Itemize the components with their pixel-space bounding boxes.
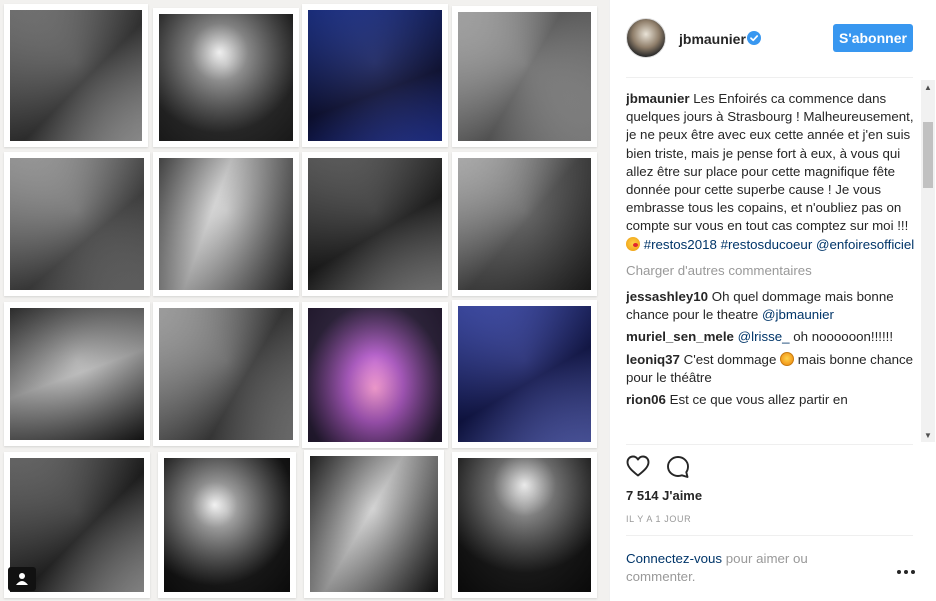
collage-photo: [153, 302, 299, 446]
collage-photo: [302, 302, 448, 448]
kiss-emoji-icon: [626, 236, 640, 251]
comment-username[interactable]: leoniq37: [626, 352, 680, 367]
scroll-up-icon[interactable]: ▲: [921, 80, 935, 94]
author-username[interactable]: jbmaunier: [679, 31, 746, 47]
hashtag[interactable]: #restosducoeur: [721, 237, 813, 252]
login-prompt: Connectez-vous pour aimer ou commenter.: [626, 550, 856, 586]
post-header: jbmaunier S'abonner: [610, 0, 936, 78]
collage-photo: [158, 452, 296, 598]
caption-username[interactable]: jbmaunier: [626, 91, 690, 106]
mention-link[interactable]: @lrisse_: [738, 329, 790, 344]
verified-badge-icon: [747, 31, 761, 45]
likes-count[interactable]: 7 514 J'aime: [626, 488, 702, 503]
comments-list: jbmaunier Les Enfoirés ca commence dans …: [626, 90, 918, 442]
collage-photo: [302, 4, 448, 147]
collage-photo: [304, 450, 444, 598]
collage-photo: [153, 8, 299, 147]
more-options-icon[interactable]: [897, 566, 915, 578]
divider: [626, 444, 913, 445]
mention-link[interactable]: @jbmaunier: [762, 307, 834, 322]
comment-username[interactable]: rion06: [626, 392, 666, 407]
scrollbar-thumb[interactable]: [923, 122, 933, 188]
collage-photo: [4, 152, 150, 296]
collage-photo: [4, 4, 148, 147]
caption-text: Les Enfoirés ca commence dans quelques j…: [626, 91, 914, 234]
divider: [626, 535, 913, 536]
scroll-down-icon[interactable]: ▼: [921, 428, 935, 442]
collage-photo: [302, 152, 448, 296]
comment-icon[interactable]: [666, 455, 690, 479]
heart-icon[interactable]: [626, 455, 650, 477]
collage-photo: [452, 6, 597, 147]
collage-photo: [452, 452, 597, 598]
load-more-comments-button[interactable]: Charger d'autres commentaires: [626, 262, 918, 280]
comments-scrollbar[interactable]: ▲ ▼: [921, 80, 935, 442]
collage-photo: [452, 152, 597, 296]
collage-photo: [452, 300, 597, 448]
follow-button[interactable]: S'abonner: [833, 24, 913, 52]
mention-link[interactable]: @enfoiresofficiel: [816, 237, 914, 252]
photo-collage: [0, 0, 609, 601]
comment-item: muriel_sen_mele @lrisse_ oh noooooon!!!!…: [626, 328, 918, 346]
comment-text: oh noooooon!!!!!!: [789, 329, 894, 345]
comment-text: Est ce que vous allez partir en: [665, 392, 848, 408]
hashtag[interactable]: #restos2018: [644, 237, 717, 252]
avatar[interactable]: [626, 18, 666, 58]
comment-item: leoniq37 C'est dommage mais bonne chance…: [626, 351, 918, 387]
collage-photo: [4, 302, 150, 446]
divider: [626, 77, 913, 78]
login-link[interactable]: Connectez-vous: [626, 551, 722, 566]
comment-item: jessashley10 Oh quel dommage mais bonne …: [626, 288, 918, 324]
comment-username[interactable]: jessashley10: [626, 289, 708, 304]
post-caption: jbmaunier Les Enfoirés ca commence dans …: [626, 90, 918, 254]
comment-text: C'est dommage: [679, 351, 781, 367]
comment-username[interactable]: muriel_sen_mele: [626, 329, 734, 344]
collage-photo: [153, 152, 299, 296]
user-tag-icon[interactable]: [8, 567, 36, 591]
sad-emoji-icon: [780, 351, 795, 366]
post-timestamp[interactable]: IL Y A 1 JOUR: [626, 514, 691, 524]
comment-item: rion06 Est ce que vous allez partir en: [626, 391, 918, 409]
post-panel: jbmaunier S'abonner jbmaunier Les Enfoir…: [609, 0, 936, 601]
